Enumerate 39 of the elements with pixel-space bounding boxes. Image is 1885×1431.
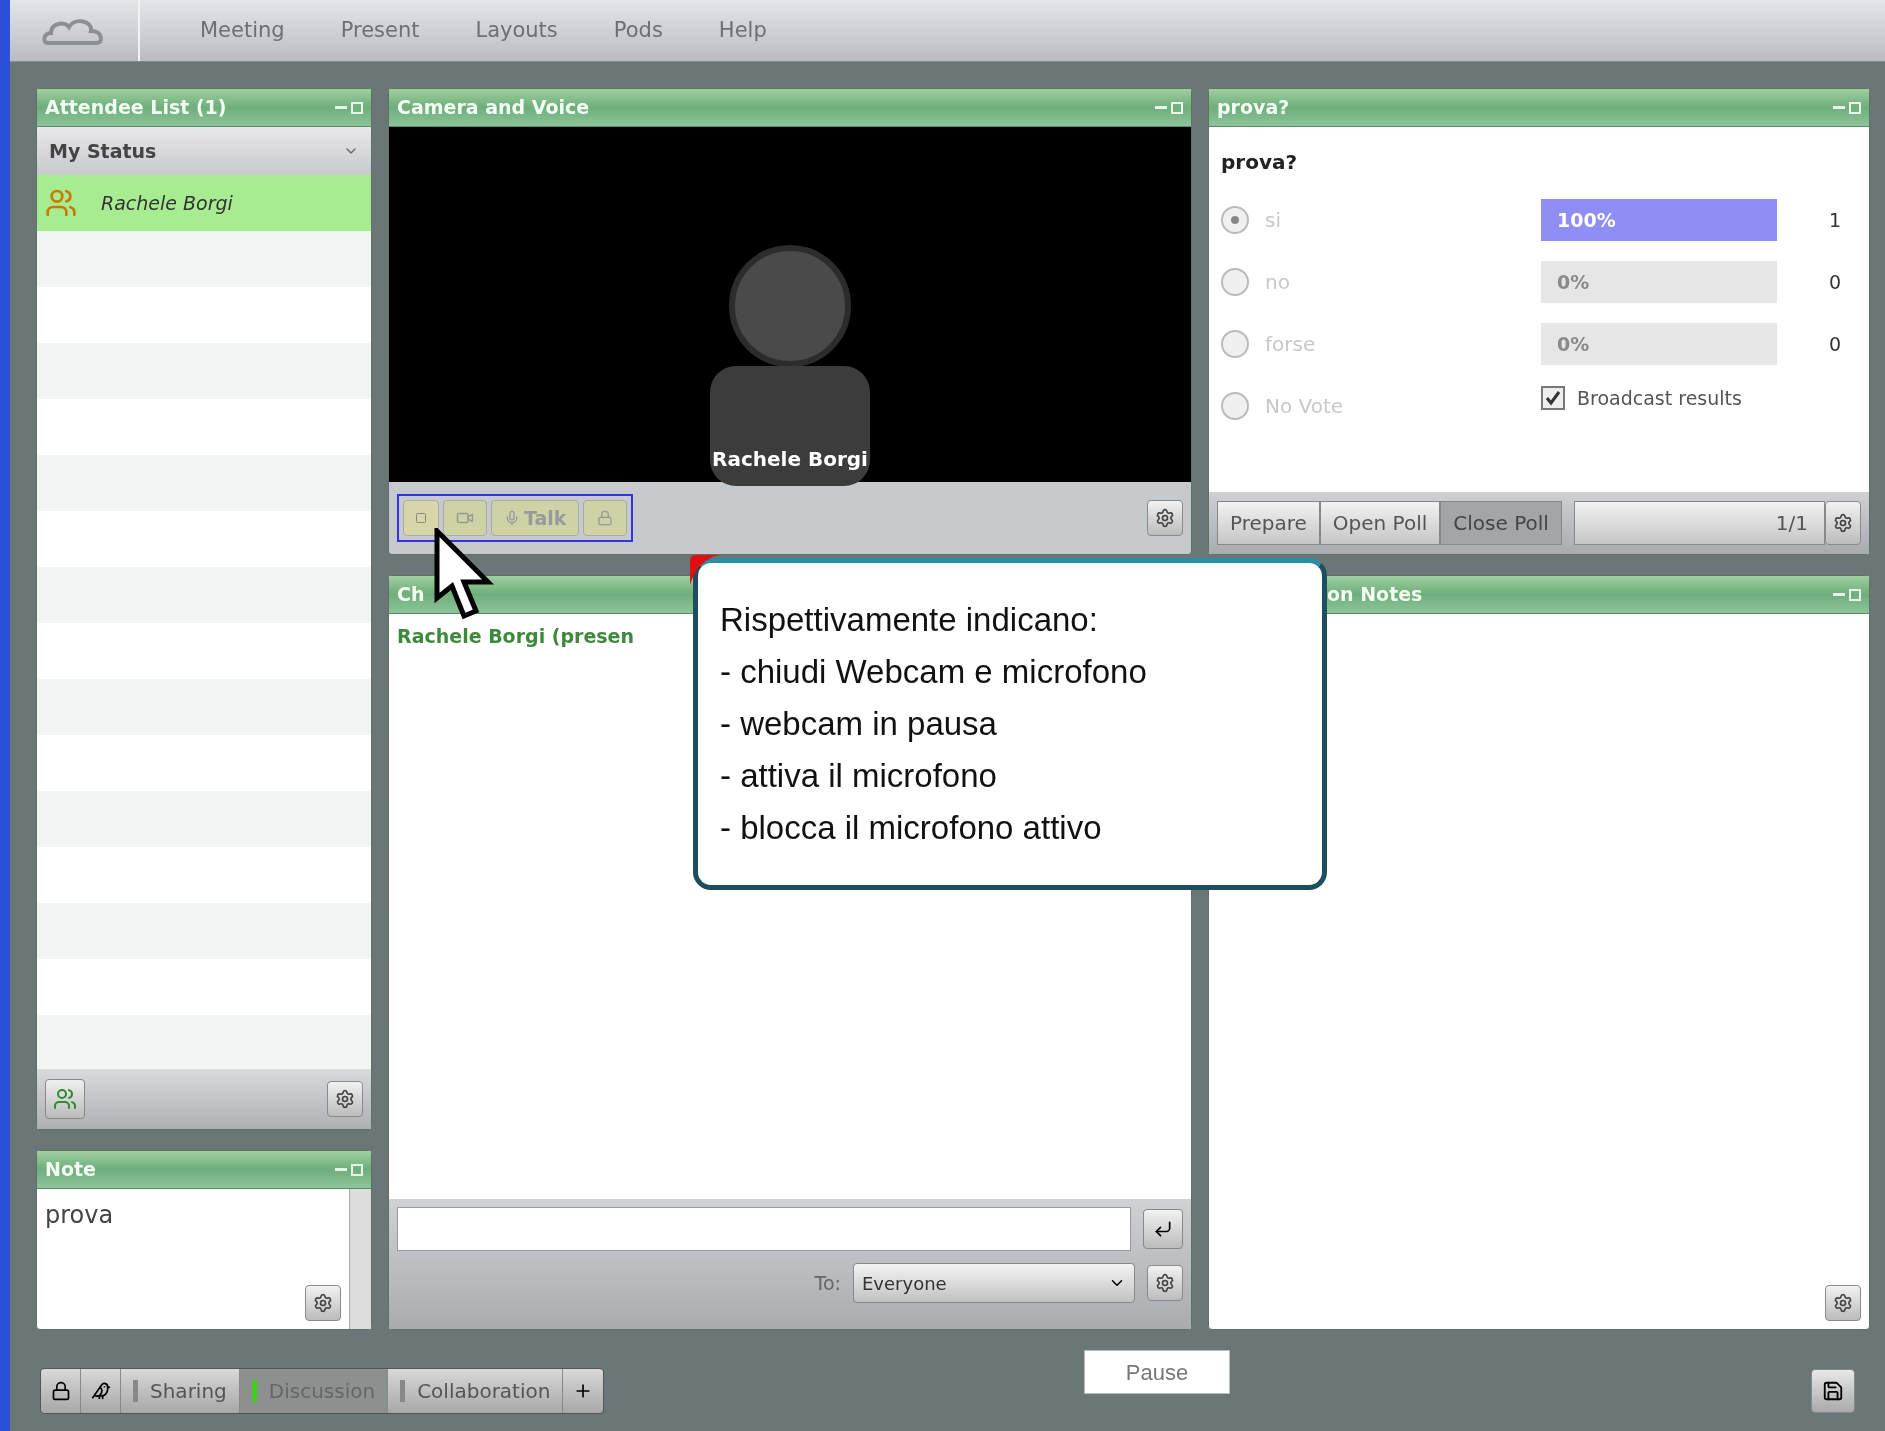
poll-button[interactable]: Prepare [1217, 501, 1320, 545]
result-percent: 0% [1556, 333, 1590, 355]
callout-line: Rispettivamente indicano: [720, 600, 1099, 640]
poll-question: prova? [1221, 149, 1299, 176]
page-indicator: 1/1 [1573, 501, 1825, 545]
menu-item[interactable]: Pods [613, 14, 663, 47]
callout-line: - webcam in pausa [720, 704, 998, 744]
recipient-dropdown[interactable]: Everyone [853, 1263, 1135, 1303]
chat-message: Rachele Borgi (presen [397, 624, 635, 649]
vote-count: 1 [1828, 207, 1841, 233]
panel-title: on Notes [1326, 582, 1423, 608]
panel-title: Note [45, 1157, 96, 1183]
callout-line: - chiudi Webcam e microfono [720, 652, 1148, 692]
attendee-name: Rachele Borgi [101, 190, 233, 216]
poll-button[interactable]: Close Poll [1440, 501, 1562, 545]
vote-count: 0 [1828, 269, 1841, 295]
menu-item[interactable]: Meeting [200, 14, 285, 47]
callout-line: - blocca il microfono attivo [720, 808, 1103, 848]
menu-item[interactable]: Layouts [475, 14, 558, 47]
broadcast-label: Broadcast results [1577, 385, 1742, 411]
layout-tab[interactable]: Sharing [121, 1369, 240, 1413]
panel-title: prova? [1217, 95, 1290, 121]
result-percent: 100% [1556, 209, 1616, 231]
menu-item[interactable]: Help [718, 14, 767, 47]
status-dropdown[interactable]: My Status [37, 127, 371, 175]
to-label: To: [814, 1270, 841, 1296]
menu-item[interactable]: Present [340, 14, 420, 47]
panel-title: Camera and Voice [397, 95, 590, 121]
video-name: Rachele Borgi [712, 446, 868, 473]
note-text: prova [45, 1200, 115, 1231]
layout-tab[interactable]: Collaboration [388, 1369, 564, 1413]
panel-title: Ch [397, 582, 425, 608]
pause-tooltip: Pause [1084, 1350, 1230, 1394]
panel-title: Attendee List (1) [45, 95, 227, 121]
callout-line: - attiva il microfono [720, 756, 998, 796]
result-percent: 0% [1556, 271, 1590, 293]
poll-button[interactable]: Open Poll [1319, 501, 1441, 545]
attendee-row[interactable]: Rachele Borgi [37, 175, 371, 231]
vote-count: 0 [1828, 331, 1841, 357]
